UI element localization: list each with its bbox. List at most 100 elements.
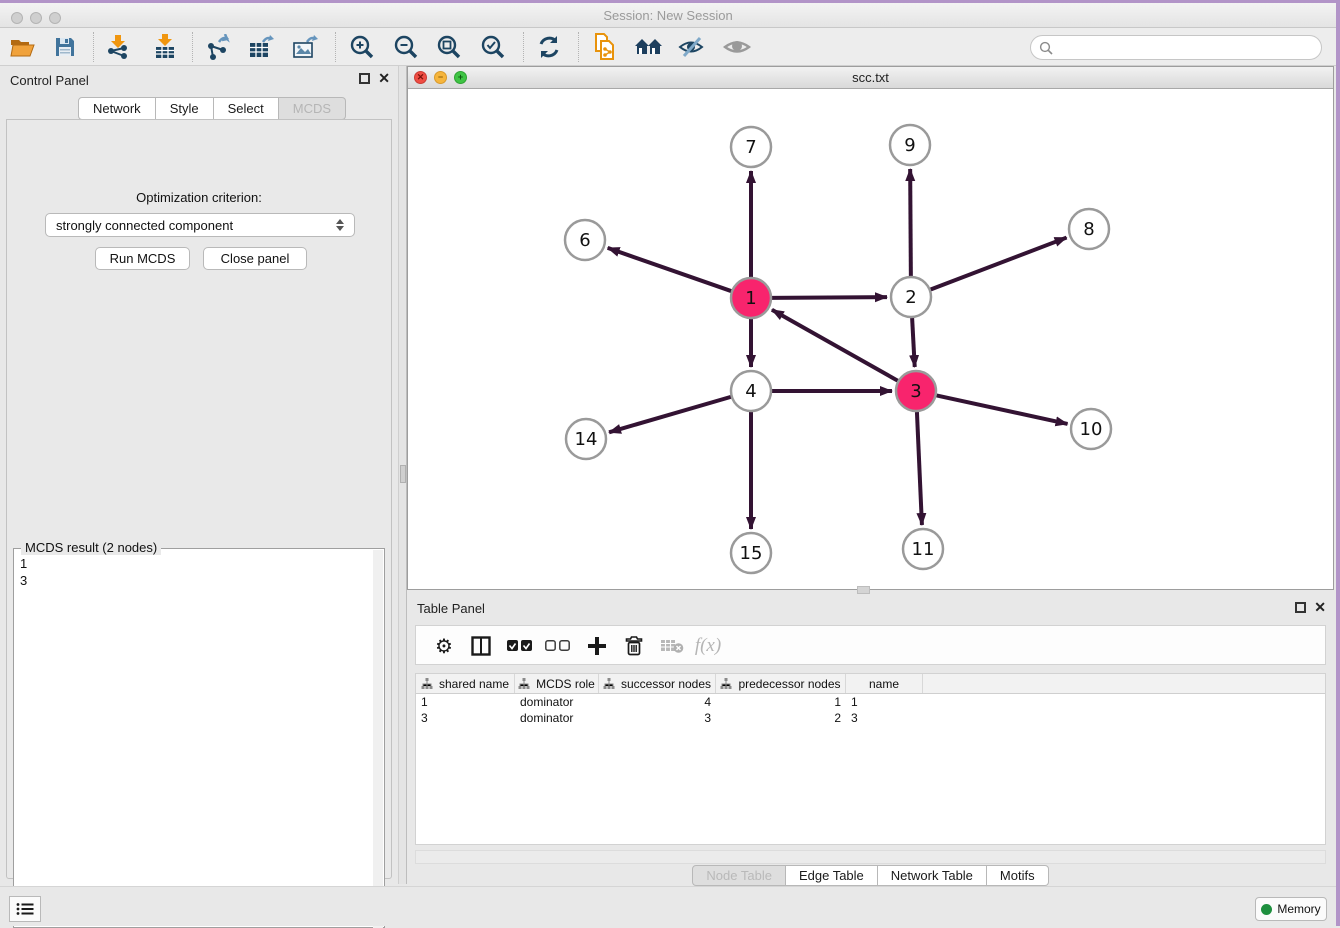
graph-edge-4-14[interactable] bbox=[609, 397, 731, 432]
graph-edge-1-6[interactable] bbox=[608, 248, 732, 291]
cell-shared-name[interactable]: 1 bbox=[416, 694, 515, 710]
column-header-name[interactable]: name bbox=[846, 674, 923, 693]
export-image-icon[interactable] bbox=[287, 30, 323, 64]
tab-select[interactable]: Select bbox=[214, 97, 279, 120]
mcds-result-box[interactable]: 1 3 bbox=[13, 548, 385, 928]
columns-icon[interactable] bbox=[464, 629, 498, 663]
import-table-icon[interactable] bbox=[147, 30, 183, 64]
table-row[interactable]: 1 dominator 4 1 1 bbox=[416, 694, 1325, 710]
close-panel-button[interactable]: Close panel bbox=[203, 247, 307, 270]
tab-edge-table[interactable]: Edge Table bbox=[786, 865, 878, 886]
cell-successor-nodes[interactable]: 3 bbox=[599, 710, 716, 726]
add-column-icon[interactable] bbox=[580, 629, 614, 663]
panel-splitter[interactable] bbox=[398, 66, 407, 884]
cell-successor-nodes[interactable]: 4 bbox=[599, 694, 716, 710]
tab-network-table[interactable]: Network Table bbox=[878, 865, 987, 886]
graph-node-label-11: 11 bbox=[912, 539, 935, 560]
search-input[interactable] bbox=[1053, 41, 1321, 55]
cell-shared-name[interactable]: 3 bbox=[416, 710, 515, 726]
graph-edge-3-10[interactable] bbox=[937, 395, 1068, 423]
graph-edge-3-1[interactable] bbox=[772, 310, 898, 381]
edit-column-icon bbox=[720, 678, 732, 690]
tab-style[interactable]: Style bbox=[156, 97, 214, 120]
memory-button[interactable]: Memory bbox=[1255, 897, 1327, 921]
network-overview-icon[interactable] bbox=[631, 30, 667, 64]
cell-mcds-role[interactable]: dominator bbox=[515, 710, 599, 726]
select-stepper-icon bbox=[336, 219, 344, 231]
tab-network[interactable]: Network bbox=[78, 97, 156, 120]
network-window-titlebar[interactable]: ✕ − + scc.txt bbox=[408, 67, 1333, 89]
column-header-predecessor-nodes[interactable]: predecessor nodes bbox=[716, 674, 846, 693]
float-panel-icon[interactable] bbox=[359, 73, 370, 84]
tab-mcds[interactable]: MCDS bbox=[279, 97, 346, 120]
graph-edge-1-2[interactable] bbox=[772, 297, 887, 298]
delete-table-icon[interactable] bbox=[655, 629, 689, 663]
zoom-selected-icon[interactable] bbox=[475, 30, 511, 64]
mcds-result-line: 3 bbox=[20, 572, 27, 589]
export-table-icon[interactable] bbox=[243, 30, 279, 64]
graph-node-label-15: 15 bbox=[740, 543, 763, 564]
splitter-handle[interactable] bbox=[400, 465, 406, 483]
window-zoom-icon[interactable] bbox=[49, 12, 61, 24]
cell-predecessor-nodes[interactable]: 2 bbox=[716, 710, 846, 726]
select-all-icon[interactable] bbox=[503, 629, 537, 663]
function-builder-icon[interactable]: f(x) bbox=[691, 629, 725, 663]
graph-node-label-1: 1 bbox=[745, 288, 756, 309]
memory-status-icon bbox=[1261, 904, 1272, 915]
zoom-fit-icon[interactable] bbox=[431, 30, 467, 64]
task-history-button[interactable] bbox=[9, 896, 41, 922]
copy-network-icon[interactable] bbox=[587, 30, 623, 64]
hide-details-icon[interactable] bbox=[674, 30, 710, 64]
tab-motifs[interactable]: Motifs bbox=[987, 865, 1049, 886]
zoom-in-icon[interactable] bbox=[344, 30, 380, 64]
open-file-icon[interactable] bbox=[5, 30, 41, 64]
delete-icon[interactable] bbox=[617, 629, 651, 663]
close-table-panel-icon[interactable]: ✕ bbox=[1314, 602, 1326, 613]
tab-node-table[interactable]: Node Table bbox=[692, 865, 786, 886]
optimization-criterion-label: Optimization criterion: bbox=[7, 190, 391, 205]
graph-node-label-6: 6 bbox=[579, 230, 590, 251]
import-network-icon[interactable] bbox=[100, 30, 136, 64]
run-mcds-button[interactable]: Run MCDS bbox=[95, 247, 190, 270]
table-horizontal-scrollbar[interactable] bbox=[415, 850, 1326, 864]
cell-mcds-role[interactable]: dominator bbox=[515, 694, 599, 710]
zoom-out-icon[interactable] bbox=[388, 30, 424, 64]
window-minimize-icon[interactable] bbox=[30, 12, 42, 24]
network-canvas[interactable]: 1234678910111415 bbox=[408, 89, 1333, 589]
gear-icon[interactable]: ⚙ bbox=[427, 629, 461, 663]
table-panel: Table Panel ✕ ⚙ f(x) shar bbox=[407, 595, 1334, 886]
window-close-icon[interactable] bbox=[11, 12, 23, 24]
cell-name[interactable]: 3 bbox=[846, 710, 923, 726]
show-details-icon[interactable] bbox=[719, 30, 755, 64]
network-close-icon[interactable]: ✕ bbox=[414, 71, 427, 84]
graph-edge-2-3[interactable] bbox=[912, 318, 915, 367]
main-toolbar bbox=[0, 28, 1336, 66]
save-session-icon[interactable] bbox=[47, 30, 83, 64]
network-minimize-icon[interactable]: − bbox=[434, 71, 447, 84]
close-panel-icon[interactable]: ✕ bbox=[378, 73, 390, 84]
refresh-icon[interactable] bbox=[531, 30, 567, 64]
horizontal-splitter-handle[interactable] bbox=[857, 586, 870, 594]
search-box[interactable] bbox=[1030, 35, 1322, 60]
node-table[interactable]: shared name MCDS role successor nodes pr… bbox=[415, 673, 1326, 845]
export-network-icon[interactable] bbox=[200, 30, 236, 64]
deselect-all-icon[interactable] bbox=[541, 629, 575, 663]
network-maximize-icon[interactable]: + bbox=[454, 71, 467, 84]
table-row[interactable]: 3 dominator 3 2 3 bbox=[416, 710, 1325, 726]
memory-label: Memory bbox=[1277, 902, 1320, 916]
column-header-successor-nodes[interactable]: successor nodes bbox=[599, 674, 716, 693]
graph-edge-2-8[interactable] bbox=[931, 238, 1067, 290]
graph-node-label-8: 8 bbox=[1083, 219, 1094, 240]
graph-edge-2-9[interactable] bbox=[910, 169, 911, 276]
control-panel-title: Control Panel bbox=[10, 73, 89, 88]
cell-name[interactable]: 1 bbox=[846, 694, 923, 710]
graph-edge-3-11[interactable] bbox=[917, 412, 922, 525]
cell-predecessor-nodes[interactable]: 1 bbox=[716, 694, 846, 710]
column-header-shared-name[interactable]: shared name bbox=[416, 674, 515, 693]
toolbar-separator bbox=[93, 32, 94, 62]
result-scrollbar[interactable] bbox=[373, 550, 383, 928]
criterion-select[interactable]: strongly connected component bbox=[45, 213, 355, 237]
column-header-mcds-role[interactable]: MCDS role bbox=[515, 674, 599, 693]
float-table-panel-icon[interactable] bbox=[1295, 602, 1306, 613]
control-panel-header: Control Panel ✕ bbox=[0, 66, 398, 94]
